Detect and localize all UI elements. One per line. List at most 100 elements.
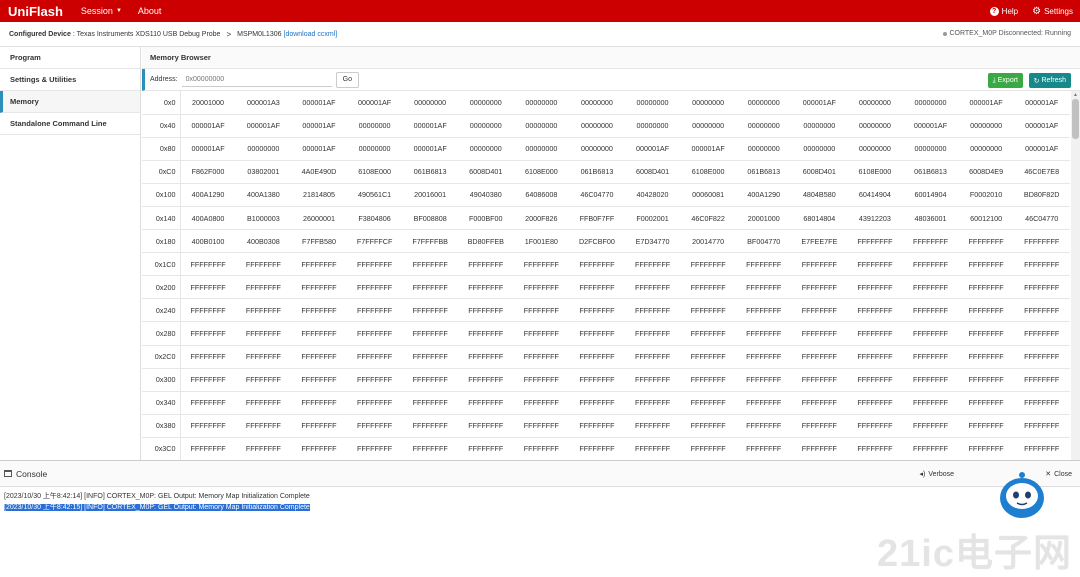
memory-cell[interactable]: 000001AF — [958, 91, 1014, 115]
memory-cell[interactable]: 46C04770 — [569, 183, 625, 207]
memory-cell[interactable]: FFFFFFFF — [791, 321, 848, 346]
memory-cell[interactable]: FFFFFFFF — [346, 298, 403, 323]
help-button[interactable]: ? Help — [983, 6, 1025, 16]
memory-cell[interactable]: 00000000 — [402, 91, 458, 115]
memory-cell[interactable]: FFFFFFFF — [402, 275, 458, 300]
memory-cell[interactable]: FFFFFFFF — [291, 391, 347, 415]
memory-cell[interactable]: 00000000 — [624, 114, 681, 138]
memory-cell[interactable]: FFFFFFFF — [235, 414, 292, 438]
memory-cell[interactable]: 400A0800 — [180, 206, 236, 231]
memory-cell[interactable]: FFFFFFFF — [958, 345, 1014, 369]
memory-cell[interactable]: FFFFFFFF — [735, 275, 792, 300]
memory-cell[interactable]: FFFFFFFF — [513, 437, 570, 460]
memory-cell[interactable]: FFFFFFFF — [569, 437, 625, 460]
memory-cell[interactable]: 00000000 — [847, 114, 903, 138]
memory-cell[interactable]: 000001AF — [180, 114, 236, 138]
memory-cell[interactable]: FFFFFFFF — [235, 368, 292, 392]
memory-cell[interactable]: F0002001 — [624, 206, 681, 231]
sidebar-item-settings-utilities[interactable]: Settings & Utilities — [0, 69, 140, 91]
memory-cell[interactable]: BD80FFEB — [457, 229, 514, 254]
memory-cell[interactable]: 000001AF — [902, 114, 959, 138]
memory-cell[interactable]: FFFFFFFF — [847, 368, 903, 392]
memory-cell[interactable]: FFFFFFFF — [457, 437, 514, 460]
memory-scrollbar[interactable]: ▲ — [1071, 91, 1080, 460]
memory-cell[interactable]: 6008D401 — [457, 160, 514, 184]
memory-cell[interactable]: FFFFFFFF — [735, 252, 792, 277]
memory-cell[interactable]: FFFFFFFF — [735, 345, 792, 369]
memory-cell[interactable]: FFFFFFFF — [457, 414, 514, 438]
memory-cell[interactable]: 00000000 — [847, 137, 903, 161]
memory-cell[interactable]: 00000000 — [457, 91, 514, 115]
memory-cell[interactable]: 000001AF — [680, 137, 736, 161]
memory-cell[interactable]: FFFFFFFF — [402, 345, 458, 369]
memory-cell[interactable]: BF004770 — [735, 229, 792, 254]
memory-cell[interactable]: 46C04770 — [1013, 206, 1070, 231]
memory-cell[interactable]: 400B0100 — [180, 229, 236, 254]
memory-cell[interactable]: FFFFFFFF — [680, 321, 736, 346]
memory-cell[interactable]: FFFFFFFF — [958, 298, 1014, 323]
memory-cell[interactable]: 000001AF — [235, 114, 292, 138]
memory-cell[interactable]: FFFFFFFF — [847, 275, 903, 300]
memory-cell[interactable]: FFFFFFFF — [513, 275, 570, 300]
memory-cell[interactable]: 2000F826 — [513, 206, 570, 231]
memory-cell[interactable]: 46C0F822 — [680, 206, 736, 231]
memory-cell[interactable]: FFFFFFFF — [569, 275, 625, 300]
memory-cell[interactable]: FFFFFFFF — [457, 298, 514, 323]
memory-cell[interactable]: FFFFFFFF — [346, 437, 403, 460]
sidebar-item-program[interactable]: Program — [0, 47, 140, 69]
memory-cell[interactable]: FFFFFFFF — [235, 437, 292, 460]
memory-cell[interactable]: FFFFFFFF — [847, 345, 903, 369]
memory-cell[interactable]: FFFFFFFF — [346, 345, 403, 369]
memory-cell[interactable]: 20016001 — [402, 183, 458, 207]
memory-cell[interactable]: FFFFFFFF — [902, 368, 959, 392]
memory-cell[interactable]: FFFFFFFF — [847, 321, 903, 346]
memory-cell[interactable]: FFFFFFFF — [457, 321, 514, 346]
memory-cell[interactable]: FFFFFFFF — [402, 414, 458, 438]
memory-cell[interactable]: E7FEE7FE — [791, 229, 848, 254]
memory-cell[interactable]: 00000000 — [735, 91, 792, 115]
memory-cell[interactable]: FFFFFFFF — [402, 391, 458, 415]
memory-cell[interactable]: 061B6813 — [569, 160, 625, 184]
memory-cell[interactable]: FFFFFFFF — [235, 275, 292, 300]
memory-cell[interactable]: 00000000 — [735, 137, 792, 161]
memory-cell[interactable]: FFFFFFFF — [735, 391, 792, 415]
memory-cell[interactable]: FFFFFFFF — [180, 368, 236, 392]
memory-cell[interactable]: FFFFFFFF — [235, 391, 292, 415]
memory-cell[interactable]: FFFFFFFF — [180, 321, 236, 346]
memory-cell[interactable]: FFFFFFFF — [1013, 345, 1070, 369]
memory-cell[interactable]: FFFFFFFF — [1013, 275, 1070, 300]
memory-cell[interactable]: 26000001 — [291, 206, 347, 231]
memory-cell[interactable]: 00000000 — [513, 91, 570, 115]
memory-cell[interactable]: 21814805 — [291, 183, 347, 207]
memory-cell[interactable]: 000001AF — [180, 137, 236, 161]
memory-cell[interactable]: 000001AF — [291, 114, 347, 138]
memory-cell[interactable]: FFFFFFFF — [847, 414, 903, 438]
memory-cell[interactable]: FFB0F7FF — [569, 206, 625, 231]
memory-cell[interactable]: FFFFFFFF — [847, 391, 903, 415]
memory-cell[interactable]: FFFFFFFF — [847, 252, 903, 277]
memory-cell[interactable]: FFFFFFFF — [791, 368, 848, 392]
memory-cell[interactable]: FFFFFFFF — [902, 414, 959, 438]
memory-cell[interactable]: FFFFFFFF — [402, 298, 458, 323]
memory-cell[interactable]: 00000000 — [680, 114, 736, 138]
memory-cell[interactable]: FFFFFFFF — [513, 298, 570, 323]
memory-cell[interactable]: 00000000 — [791, 114, 848, 138]
memory-cell[interactable]: FFFFFFFF — [235, 345, 292, 369]
memory-cell[interactable]: FFFFFFFF — [513, 391, 570, 415]
memory-cell[interactable]: 061B6813 — [402, 160, 458, 184]
memory-cell[interactable]: FFFFFFFF — [291, 252, 347, 277]
memory-cell[interactable]: FFFFFFFF — [346, 252, 403, 277]
memory-cell[interactable]: FFFFFFFF — [735, 368, 792, 392]
memory-cell[interactable]: FFFFFFFF — [902, 229, 959, 254]
memory-cell[interactable]: 00000000 — [569, 114, 625, 138]
memory-cell[interactable]: 1F001E80 — [513, 229, 570, 254]
memory-cell[interactable]: 000001AF — [1013, 137, 1070, 161]
memory-cell[interactable]: FFFFFFFF — [847, 298, 903, 323]
memory-cell[interactable]: FFFFFFFF — [680, 252, 736, 277]
memory-cell[interactable]: FFFFFFFF — [958, 437, 1014, 460]
memory-cell[interactable]: FFFFFFFF — [513, 345, 570, 369]
memory-cell[interactable]: 000001AF — [1013, 91, 1070, 115]
memory-cell[interactable]: 00000000 — [958, 114, 1014, 138]
memory-cell[interactable]: FFFFFFFF — [235, 321, 292, 346]
memory-cell[interactable]: 00000000 — [680, 91, 736, 115]
